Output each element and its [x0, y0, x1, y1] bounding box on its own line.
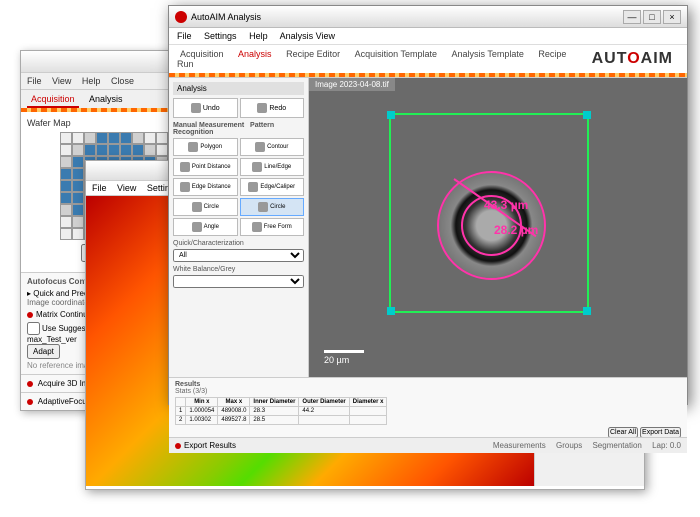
circle-tool-2[interactable]: Circle	[240, 198, 305, 216]
tab-analysis[interactable]: Analysis	[235, 47, 275, 61]
footer-lap: Lap: 0.0	[652, 441, 681, 450]
quick-header: Quick/Characterization	[173, 240, 304, 247]
tool-panel: Analysis Undo Redo Manual Measurement Pa…	[169, 78, 309, 377]
edge-dist-tool[interactable]: Edge Distance	[173, 178, 238, 196]
point-icon	[180, 162, 190, 172]
titlebar[interactable]: AutoAIM Analysis — □ ×	[169, 6, 687, 28]
edge-icon	[180, 182, 190, 192]
roi-handle-tl[interactable]	[387, 111, 395, 119]
tab-acq-template[interactable]: Acquisition Template	[352, 47, 440, 61]
maximize-button[interactable]: □	[643, 10, 661, 24]
tab-analysis[interactable]: Analysis	[85, 92, 127, 106]
roi-handle-br[interactable]	[583, 307, 591, 315]
wb-select[interactable]	[173, 275, 304, 288]
table-row[interactable]: 11.000054489008.028.344.2	[176, 407, 387, 416]
menu-help[interactable]: Help	[249, 31, 268, 41]
panel-header: Analysis	[173, 82, 304, 95]
menubar: File Settings Help Analysis View	[169, 28, 687, 45]
angle-tool[interactable]: Angle	[173, 218, 238, 236]
image-tab[interactable]: Image 2023-04-08.tif	[309, 78, 395, 91]
record-icon	[27, 381, 33, 387]
status-dot-icon	[27, 312, 33, 318]
export-results-label[interactable]: Export Results	[184, 441, 236, 450]
measurement-outer: 43.3 µm	[484, 198, 528, 212]
window-controls: — □ ×	[623, 10, 681, 24]
menu-file[interactable]: File	[27, 76, 42, 86]
minimize-button[interactable]: —	[623, 10, 641, 24]
meas-header: Manual Measurement	[173, 122, 244, 129]
edge-caliper-tool[interactable]: Edge/Caliper	[240, 178, 305, 196]
menu-view[interactable]: View	[117, 183, 136, 193]
tab-an-template[interactable]: Analysis Template	[449, 47, 527, 61]
undo-icon	[191, 103, 201, 113]
table-row[interactable]: 21.00302489527.828.5	[176, 416, 387, 425]
scalebar-line	[324, 350, 364, 353]
menu-view[interactable]: View	[52, 76, 71, 86]
tab-recipe-editor[interactable]: Recipe Editor	[283, 47, 343, 61]
redo-button[interactable]: Redo	[240, 98, 305, 118]
status-bar: Export Results Measurements Groups Segme…	[169, 437, 687, 453]
clear-all-button[interactable]: Clear All	[608, 427, 638, 437]
measurement-inner: 28.2 µm	[494, 223, 538, 237]
line-edge-tool[interactable]: Line/Edge	[240, 158, 305, 176]
status-icon	[175, 443, 181, 449]
menu-file[interactable]: File	[177, 31, 192, 41]
close-button[interactable]: ×	[663, 10, 681, 24]
menu-close[interactable]: Close	[111, 76, 134, 86]
analysis-window: AutoAIM Analysis — □ × File Settings Hel…	[168, 5, 688, 405]
app-icon	[175, 11, 187, 23]
polygon-tool[interactable]: Polygon	[173, 138, 238, 156]
scalebar-label: 20 µm	[324, 355, 349, 365]
window-title: AutoAIM Analysis	[191, 12, 623, 22]
angle-icon	[192, 222, 202, 232]
quick-select[interactable]: All	[173, 249, 304, 262]
stats-label: Stats (3/3)	[175, 388, 681, 395]
polygon-icon	[188, 142, 198, 152]
circle-icon	[258, 202, 268, 212]
contour-icon	[255, 142, 265, 152]
results-header: Results	[175, 381, 200, 388]
adaptive-focus-label: AdaptiveFocus	[38, 397, 91, 406]
freeform-tool[interactable]: Free Form	[240, 218, 305, 236]
footer-groups[interactable]: Groups	[556, 441, 582, 450]
footer-segmentation[interactable]: Segmentation	[592, 441, 641, 450]
caliper-icon	[248, 182, 258, 192]
status-icon	[27, 399, 33, 405]
adapt-button[interactable]: Adapt	[27, 344, 60, 359]
redo-icon	[257, 103, 267, 113]
circle-tool-1[interactable]: Circle	[173, 198, 238, 216]
tab-acquisition[interactable]: Acquisition	[27, 92, 79, 108]
undo-button[interactable]: Undo	[173, 98, 238, 118]
roi-handle-tr[interactable]	[583, 111, 591, 119]
brand-logo: AUTOAIM	[586, 50, 679, 68]
footer-measurements[interactable]: Measurements	[493, 441, 546, 450]
results-panel: Results Stats (3/3) Min x Max x Inner Di…	[169, 377, 687, 437]
menu-file[interactable]: File	[92, 183, 107, 193]
roi-handle-bl[interactable]	[387, 307, 395, 315]
image-viewport[interactable]: Image 2023-04-08.tif 43.3 µm 28.2 µm 20 …	[309, 78, 687, 377]
menu-help[interactable]: Help	[82, 76, 101, 86]
line-icon	[252, 162, 262, 172]
point-dist-tool[interactable]: Point Distance	[173, 158, 238, 176]
scalebar: 20 µm	[324, 350, 364, 365]
contour-tool[interactable]: Contour	[240, 138, 305, 156]
wb-header: White Balance/Grey	[173, 266, 304, 273]
menu-settings[interactable]: Settings	[204, 31, 237, 41]
main-tabs: Acquisition Analysis Recipe Editor Acqui…	[177, 45, 586, 73]
results-table: Min x Max x Inner Diameter Outer Diamete…	[175, 397, 387, 425]
export-data-button[interactable]: Export Data	[640, 427, 681, 437]
menu-analysis-view[interactable]: Analysis View	[280, 31, 335, 41]
freeform-icon	[252, 222, 262, 232]
table-header-row: Min x Max x Inner Diameter Outer Diamete…	[176, 398, 387, 407]
circle-icon	[192, 202, 202, 212]
test-ver: max_Test_ver	[27, 335, 77, 344]
